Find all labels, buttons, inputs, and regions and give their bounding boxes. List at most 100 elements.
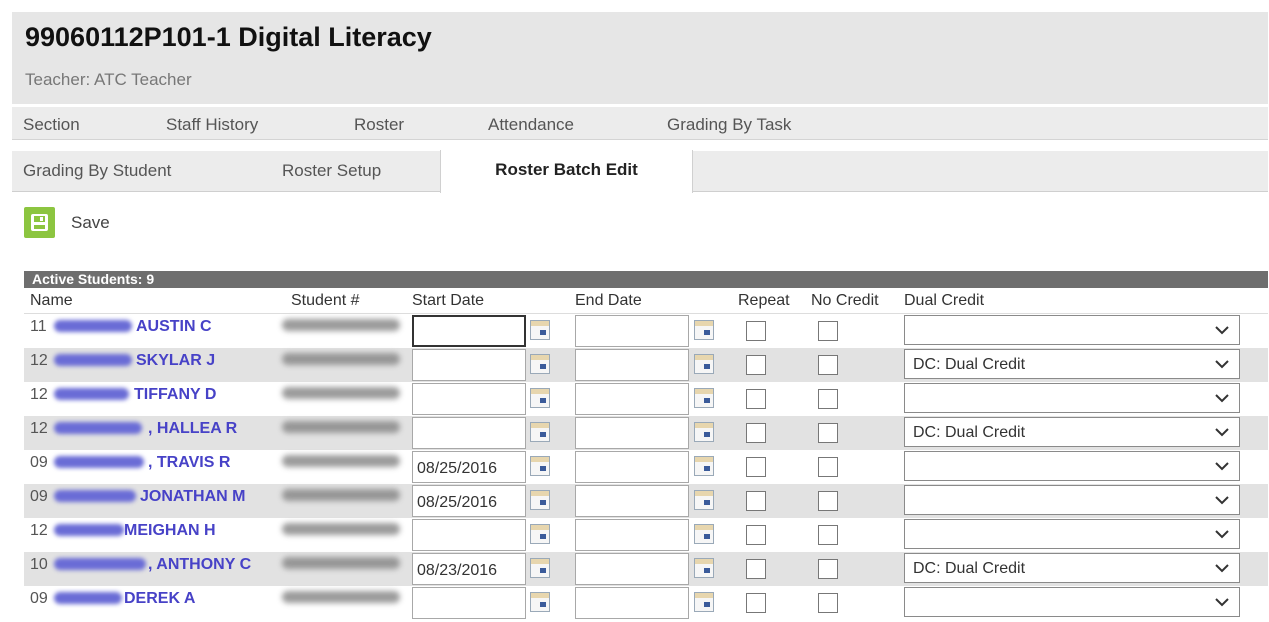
repeat-checkbox[interactable] <box>746 559 766 579</box>
start-date-field[interactable]: 08/23/2016 <box>412 553 526 585</box>
dual-credit-select[interactable] <box>904 587 1240 617</box>
dual-credit-select[interactable] <box>904 485 1240 515</box>
student-name-link[interactable]: , TRAVIS R <box>148 454 230 472</box>
no-credit-checkbox[interactable] <box>818 559 838 579</box>
dual-credit-select[interactable]: DC: Dual Credit <box>904 553 1240 583</box>
repeat-checkbox[interactable] <box>746 457 766 477</box>
end-date-field[interactable] <box>575 417 689 449</box>
table-row: 09 DEREK A <box>24 586 1268 620</box>
table-row: 09 , TRAVIS R 08/25/2016 <box>24 450 1268 484</box>
start-date-field[interactable] <box>412 349 526 381</box>
redacted-student-number <box>282 387 400 399</box>
calendar-icon[interactable] <box>694 320 714 340</box>
tab-section[interactable]: Section <box>23 115 80 135</box>
calendar-icon[interactable] <box>530 354 550 374</box>
no-credit-checkbox[interactable] <box>818 321 838 341</box>
dual-credit-select[interactable]: DC: Dual Credit <box>904 349 1240 379</box>
repeat-checkbox[interactable] <box>746 491 766 511</box>
repeat-checkbox[interactable] <box>746 423 766 443</box>
no-credit-checkbox[interactable] <box>818 593 838 613</box>
tab-roster-batch-edit[interactable]: Roster Batch Edit <box>440 150 693 193</box>
no-credit-checkbox[interactable] <box>818 525 838 545</box>
start-date-field[interactable] <box>412 417 526 449</box>
save-button[interactable]: Save <box>24 207 110 238</box>
calendar-icon[interactable] <box>694 456 714 476</box>
redacted-student-number <box>282 523 400 535</box>
repeat-checkbox[interactable] <box>746 355 766 375</box>
student-name-link[interactable]: JONATHAN M <box>140 488 245 506</box>
calendar-icon[interactable] <box>530 524 550 544</box>
student-name-link[interactable]: AUSTIN C <box>136 318 212 336</box>
student-name-link[interactable]: DEREK A <box>124 590 195 608</box>
repeat-checkbox[interactable] <box>746 525 766 545</box>
grade-level: 11 <box>30 318 47 335</box>
tab-grading-by-student[interactable]: Grading By Student <box>23 161 171 181</box>
tab-roster[interactable]: Roster <box>354 115 404 135</box>
redacted-last-name <box>54 456 144 468</box>
calendar-icon[interactable] <box>694 524 714 544</box>
student-name-link[interactable]: MEIGHAN H <box>124 522 216 540</box>
calendar-icon[interactable] <box>530 490 550 510</box>
col-student-number: Student # <box>291 292 360 309</box>
no-credit-checkbox[interactable] <box>818 389 838 409</box>
calendar-icon[interactable] <box>530 422 550 442</box>
start-date-field[interactable] <box>412 587 526 619</box>
col-dual-credit: Dual Credit <box>904 292 985 309</box>
student-name-link[interactable]: TIFFANY D <box>134 386 216 404</box>
redacted-last-name <box>54 422 142 434</box>
calendar-icon[interactable] <box>530 388 550 408</box>
dual-credit-select[interactable] <box>904 383 1240 413</box>
dual-credit-value: DC: Dual Credit <box>913 356 1026 373</box>
repeat-checkbox[interactable] <box>746 389 766 409</box>
chevron-down-icon <box>1215 394 1229 403</box>
end-date-field[interactable] <box>575 315 689 347</box>
calendar-icon[interactable] <box>694 558 714 578</box>
calendar-icon[interactable] <box>530 456 550 476</box>
grade-level: 09 <box>30 590 48 607</box>
redacted-student-number <box>282 557 400 569</box>
start-date-field[interactable] <box>412 315 526 347</box>
no-credit-checkbox[interactable] <box>818 423 838 443</box>
dual-credit-select[interactable] <box>904 451 1240 481</box>
save-button-label: Save <box>71 212 110 232</box>
student-name-link[interactable]: , ANTHONY C <box>148 556 251 574</box>
calendar-icon[interactable] <box>530 558 550 578</box>
start-date-field[interactable] <box>412 519 526 551</box>
calendar-icon[interactable] <box>694 388 714 408</box>
end-date-field[interactable] <box>575 553 689 585</box>
end-date-field[interactable] <box>575 587 689 619</box>
calendar-icon[interactable] <box>694 490 714 510</box>
repeat-checkbox[interactable] <box>746 321 766 341</box>
student-name-link[interactable]: , HALLEA R <box>148 420 237 438</box>
end-date-field[interactable] <box>575 519 689 551</box>
end-date-field[interactable] <box>575 451 689 483</box>
tab-staff-history[interactable]: Staff History <box>166 115 258 135</box>
calendar-icon[interactable] <box>694 422 714 442</box>
end-date-field[interactable] <box>575 383 689 415</box>
repeat-checkbox[interactable] <box>746 593 766 613</box>
dual-credit-select[interactable] <box>904 519 1240 549</box>
col-start-date: Start Date <box>412 292 485 309</box>
table-body: 11 AUSTIN C 12 SKYLAR J DC: Dual Credit 12 TIF… <box>24 314 1268 620</box>
calendar-icon[interactable] <box>530 592 550 612</box>
tab-roster-setup[interactable]: Roster Setup <box>282 161 381 181</box>
no-credit-checkbox[interactable] <box>818 457 838 477</box>
dual-credit-select[interactable] <box>904 315 1240 345</box>
tab-attendance[interactable]: Attendance <box>488 115 574 135</box>
dual-credit-select[interactable]: DC: Dual Credit <box>904 417 1240 447</box>
no-credit-checkbox[interactable] <box>818 491 838 511</box>
student-name-link[interactable]: SKYLAR J <box>136 352 215 370</box>
start-date-field[interactable]: 08/25/2016 <box>412 451 526 483</box>
start-date-field[interactable]: 08/25/2016 <box>412 485 526 517</box>
end-date-field[interactable] <box>575 349 689 381</box>
calendar-icon[interactable] <box>530 320 550 340</box>
tab-bar-primary: Section Staff History Roster Attendance … <box>12 106 1268 140</box>
calendar-icon[interactable] <box>694 592 714 612</box>
redacted-last-name <box>54 592 122 604</box>
grade-level: 12 <box>30 420 48 437</box>
end-date-field[interactable] <box>575 485 689 517</box>
calendar-icon[interactable] <box>694 354 714 374</box>
start-date-field[interactable] <box>412 383 526 415</box>
no-credit-checkbox[interactable] <box>818 355 838 375</box>
tab-grading-by-task[interactable]: Grading By Task <box>667 115 791 135</box>
